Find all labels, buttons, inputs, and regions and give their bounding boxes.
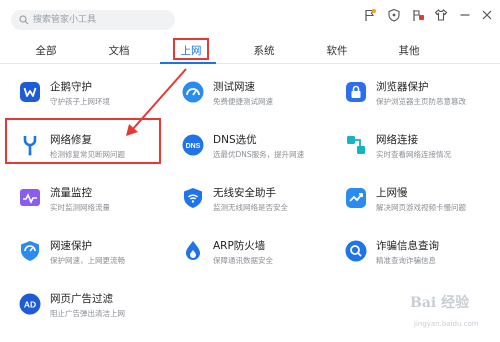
user-flag-icon[interactable] — [411, 8, 425, 22]
tool-traffic-monitor[interactable]: 流量监控 实时监测网络流量 — [18, 181, 178, 229]
shirt-icon[interactable] — [434, 8, 448, 22]
tool-dns-optimize[interactable]: DNS DNS选优 选最优DNS服务，提升网速 — [181, 128, 341, 176]
speed-protect-icon — [18, 239, 42, 263]
traffic-monitor-icon — [18, 186, 42, 210]
browser-lock-icon — [344, 80, 368, 104]
speedometer-icon — [181, 80, 205, 104]
tool-desc: 实时查看网络连接情况 — [376, 150, 451, 159]
tool-desc: 阻止广告弹出清洁上网 — [50, 309, 125, 318]
shield-icon[interactable] — [387, 8, 401, 22]
tool-network-connection[interactable]: 网络连接 实时查看网络连接情况 — [344, 128, 500, 176]
active-tab-indicator — [160, 62, 216, 64]
svg-text:DNS: DNS — [186, 143, 201, 150]
tab-documents[interactable]: 文档 — [101, 42, 137, 60]
tool-fraud-search[interactable]: 诈骗信息查询 精准查询诈骗信息 — [344, 234, 500, 282]
tool-desc: 解决网页游戏视频卡慢问题 — [376, 203, 466, 212]
tool-title: 测试网速 — [213, 81, 255, 93]
tool-desc: 监测无线网络是否安全 — [213, 203, 288, 212]
tool-title: 网络连接 — [376, 134, 418, 146]
tab-system[interactable]: 系统 — [246, 42, 282, 60]
tool-ad-filter[interactable]: AD 网页广告过滤 阻止广告弹出清洁上网 — [18, 287, 178, 335]
tool-title: 网页广告过滤 — [50, 293, 113, 305]
tool-slow-network[interactable]: 上网慢 解决网页游戏视频卡慢问题 — [344, 181, 500, 229]
tool-title: 企鹅守护 — [50, 81, 92, 93]
tab-highlight-box — [173, 38, 209, 60]
search-placeholder: 搜索管家小工具 — [33, 15, 97, 25]
close-icon[interactable] — [480, 8, 494, 22]
wifi-shield-icon — [181, 186, 205, 210]
network-connection-icon — [344, 133, 368, 157]
tool-desc: 免费便捷测试网速 — [213, 97, 273, 106]
tool-title: 网速保护 — [50, 240, 92, 252]
flag-icon[interactable] — [363, 8, 377, 22]
tool-penguin-guard[interactable]: 企鹅守护 守护孩子上网环境 — [18, 75, 178, 123]
title-bar: 搜索管家小工具 — [0, 0, 500, 36]
watermark-logo: Bai 经验 jingyan.baidu.com — [410, 292, 496, 338]
minimize-icon[interactable] — [458, 8, 472, 22]
tool-highlight-box — [5, 118, 161, 164]
tool-desc: 选最优DNS服务，提升网速 — [213, 150, 305, 159]
tool-speed-protect[interactable]: 网速保护 保护网速，上网更流畅 — [18, 234, 178, 282]
tool-desc: 保障通讯数据安全 — [213, 256, 273, 265]
tool-title: 无线安全助手 — [213, 187, 276, 199]
tool-title: DNS选优 — [213, 134, 257, 146]
tool-title: 浏览器保护 — [376, 81, 429, 93]
fraud-search-icon — [344, 239, 368, 263]
watermark-line1: Bai 经验 — [410, 295, 470, 311]
tool-desc: 精准查询诈骗信息 — [376, 256, 436, 265]
tool-title: 流量监控 — [50, 187, 92, 199]
search-icon — [19, 15, 29, 25]
svg-text:AD: AD — [24, 300, 36, 310]
tool-wifi-security[interactable]: 无线安全助手 监测无线网络是否安全 — [181, 181, 341, 229]
tool-title: 上网慢 — [376, 187, 408, 199]
tool-arp-firewall[interactable]: ARP防火墙 保障通讯数据安全 — [181, 234, 341, 282]
ad-filter-icon: AD — [18, 292, 42, 316]
watermark-line2: jingyan.baidu.com — [414, 320, 479, 328]
dns-icon: DNS — [181, 133, 205, 157]
tool-desc: 实时监测网络流量 — [50, 203, 110, 212]
tool-title: 诈骗信息查询 — [376, 240, 439, 252]
tool-desc: 保护网速，上网更流畅 — [50, 256, 125, 265]
slow-network-icon — [344, 186, 368, 210]
search-box[interactable]: 搜索管家小工具 — [11, 10, 175, 30]
tab-software[interactable]: 软件 — [319, 42, 355, 60]
tool-browser-protect[interactable]: 浏览器保护 保护浏览器主页防恶意篡改 — [344, 75, 500, 123]
arp-firewall-icon — [181, 239, 205, 263]
tool-speed-test[interactable]: 测试网速 免费便捷测试网速 — [181, 75, 341, 123]
penguin-shield-icon — [18, 80, 42, 104]
tab-all[interactable]: 全部 — [28, 42, 64, 60]
category-tabs: 全部 文档 上网 系统 软件 其他 — [0, 38, 500, 64]
tab-other[interactable]: 其他 — [391, 42, 427, 60]
tool-desc: 守护孩子上网环境 — [50, 97, 110, 106]
tool-desc: 保护浏览器主页防恶意篡改 — [376, 97, 466, 106]
tool-title: ARP防火墙 — [213, 240, 266, 252]
